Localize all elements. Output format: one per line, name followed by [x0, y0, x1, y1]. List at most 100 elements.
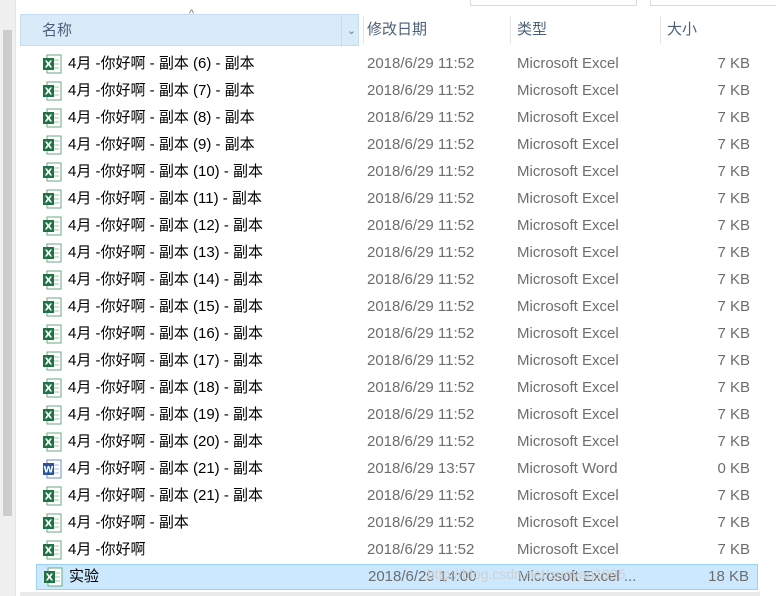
column-header-name-label: 名称 — [42, 22, 73, 39]
excel-file-icon: X — [42, 351, 62, 371]
file-type: Microsoft Excel — [517, 55, 619, 72]
chevron-down-icon[interactable]: ⌄ — [341, 15, 361, 47]
file-name: 4月 -你好啊 - 副本 (12) - 副本 — [68, 217, 264, 234]
excel-file-icon: X — [42, 378, 62, 398]
excel-file-icon: X — [42, 162, 62, 182]
column-divider[interactable] — [660, 16, 661, 44]
file-row[interactable]: X 4月 -你好啊 - 副本 (18) - 副本 2018/6/29 11:52 Mi… — [36, 375, 758, 401]
svg-text:X: X — [45, 546, 53, 557]
file-row[interactable]: X 4月 -你好啊 - 副本 (8) - 副本 2018/6/29 11:52 Mic… — [36, 105, 758, 131]
file-name: 4月 -你好啊 - 副本 (8) - 副本 — [68, 109, 255, 126]
file-type: Microsoft Excel — [517, 190, 619, 207]
file-name: 4月 -你好啊 - 副本 (13) - 副本 — [68, 244, 264, 261]
file-type: Microsoft Excel — [517, 298, 619, 315]
file-date: 2018/6/29 11:52 — [367, 352, 475, 369]
file-type: Microsoft Excel — [517, 217, 619, 234]
file-name: 4月 -你好啊 - 副本 (20) - 副本 — [68, 433, 264, 450]
column-header-type[interactable]: 类型 — [517, 14, 657, 46]
file-date: 2018/6/29 11:52 — [367, 109, 475, 126]
file-row[interactable]: X 4月 -你好啊 2018/6/29 11:52 Microsoft Excel 7 … — [36, 537, 758, 563]
file-name: 4月 -你好啊 — [68, 541, 146, 558]
svg-text:X: X — [45, 168, 53, 179]
file-row[interactable]: X 4月 -你好啊 - 副本 (12) - 副本 2018/6/29 11:52 Mi… — [36, 213, 758, 239]
svg-text:X: X — [45, 60, 53, 71]
file-row[interactable]: X 4月 -你好啊 - 副本 (14) - 副本 2018/6/29 11:52 Mi… — [36, 267, 758, 293]
file-type: Microsoft Excel — [517, 244, 619, 261]
file-size: 0 KB — [717, 460, 750, 477]
file-row[interactable]: X 4月 -你好啊 - 副本 (19) - 副本 2018/6/29 11:52 Mi… — [36, 402, 758, 428]
file-row[interactable]: X 4月 -你好啊 - 副本 2018/6/29 11:52 Microsoft Ex… — [36, 510, 758, 536]
file-size: 18 KB — [708, 568, 749, 585]
excel-file-icon: X — [43, 567, 63, 587]
file-size: 7 KB — [717, 190, 750, 207]
file-size: 7 KB — [717, 82, 750, 99]
excel-file-icon: X — [42, 243, 62, 263]
file-name: 4月 -你好啊 - 副本 (9) - 副本 — [68, 136, 255, 153]
column-header-size[interactable]: 大小 — [667, 14, 757, 46]
file-size: 7 KB — [717, 352, 750, 369]
file-name: 4月 -你好啊 - 副本 (7) - 副本 — [68, 82, 255, 99]
file-date: 2018/6/29 11:52 — [367, 325, 475, 342]
file-name: 4月 -你好啊 - 副本 (19) - 副本 — [68, 406, 264, 423]
svg-text:X: X — [45, 519, 53, 530]
file-size: 7 KB — [717, 433, 750, 450]
file-date: 2018/6/29 13:57 — [367, 460, 476, 477]
file-date: 2018/6/29 11:52 — [367, 487, 475, 504]
file-row[interactable]: X 4月 -你好啊 - 副本 (6) - 副本 2018/6/29 11:52 Mic… — [36, 51, 758, 77]
svg-text:X: X — [45, 330, 53, 341]
file-row[interactable]: X 4月 -你好啊 - 副本 (10) - 副本 2018/6/29 11:52 Mi… — [36, 159, 758, 185]
column-header-type-label: 类型 — [517, 21, 548, 38]
column-header-date-label: 修改日期 — [367, 21, 428, 38]
file-row[interactable]: X 4月 -你好啊 - 副本 (7) - 副本 2018/6/29 11:52 Mic… — [36, 78, 758, 104]
file-date: 2018/6/29 11:52 — [367, 406, 475, 423]
file-name: 4月 -你好啊 - 副本 (14) - 副本 — [68, 271, 264, 288]
scrollbar-thumb[interactable] — [3, 30, 12, 516]
file-row[interactable]: X 4月 -你好啊 - 副本 (9) - 副本 2018/6/29 11:52 Mic… — [36, 132, 758, 158]
file-name: 4月 -你好啊 - 副本 — [68, 514, 189, 531]
column-divider[interactable] — [363, 16, 364, 44]
file-row[interactable]: W 4月 -你好啊 - 副本 (21) - 副本 2018/6/29 13:57 Mi… — [36, 456, 758, 482]
file-row[interactable]: X 4月 -你好啊 - 副本 (20) - 副本 2018/6/29 11:52 Mi… — [36, 429, 758, 455]
svg-text:X: X — [45, 438, 53, 449]
column-header-name[interactable]: 名称 ^ ⌄ — [20, 8, 361, 47]
file-row[interactable]: X 4月 -你好啊 - 副本 (17) - 副本 2018/6/29 11:52 Mi… — [36, 348, 758, 374]
svg-text:X: X — [45, 195, 53, 206]
excel-file-icon: X — [42, 297, 62, 317]
file-row[interactable]: X 4月 -你好啊 - 副本 (15) - 副本 2018/6/29 11:52 Mi… — [36, 294, 758, 320]
vertical-scrollbar[interactable] — [0, 0, 16, 596]
file-name: 4月 -你好啊 - 副本 (16) - 副本 — [68, 325, 264, 342]
file-size: 7 KB — [717, 379, 750, 396]
file-size: 7 KB — [717, 298, 750, 315]
column-header-date[interactable]: 修改日期 — [367, 14, 507, 46]
file-date: 2018/6/29 11:52 — [367, 163, 475, 180]
file-type: Microsoft Excel — [517, 379, 619, 396]
file-row[interactable]: X 4月 -你好啊 - 副本 (13) - 副本 2018/6/29 11:52 Mi… — [36, 240, 758, 266]
file-date: 2018/6/29 11:52 — [367, 136, 475, 153]
file-type: Microsoft Excel — [517, 406, 619, 423]
file-size: 7 KB — [717, 244, 750, 261]
file-row[interactable]: X 4月 -你好啊 - 副本 (21) - 副本 2018/6/29 11:52 Mi… — [36, 483, 758, 509]
file-type: Microsoft Excel — [517, 541, 619, 558]
sort-ascending-icon: ^ — [189, 8, 195, 20]
svg-text:X: X — [45, 492, 53, 503]
horizontal-scrollbar[interactable] — [20, 592, 760, 596]
file-size: 7 KB — [717, 55, 750, 72]
word-file-icon: W — [42, 459, 62, 479]
file-name: 4月 -你好啊 - 副本 (15) - 副本 — [68, 298, 264, 315]
file-date: 2018/6/29 11:52 — [367, 514, 475, 531]
file-name: 4月 -你好啊 - 副本 (11) - 副本 — [68, 190, 262, 207]
file-row[interactable]: X 4月 -你好啊 - 副本 (11) - 副本 2018/6/29 11:52 Mi… — [36, 186, 758, 212]
excel-file-icon: X — [42, 513, 62, 533]
file-type: Microsoft Excel — [517, 433, 619, 450]
file-date: 2018/6/29 14:00 — [368, 568, 477, 585]
file-row[interactable]: X 4月 -你好啊 - 副本 (16) - 副本 2018/6/29 11:52 Mi… — [36, 321, 758, 347]
file-date: 2018/6/29 11:52 — [367, 379, 475, 396]
file-row[interactable]: X 实验 2018/6/29 14:00 Microsoft Excel ... 18 … — [36, 564, 758, 590]
svg-text:X: X — [45, 114, 53, 125]
excel-file-icon: X — [42, 135, 62, 155]
svg-text:X: X — [45, 276, 53, 287]
file-size: 7 KB — [717, 136, 750, 153]
column-divider[interactable] — [510, 16, 511, 44]
file-size: 7 KB — [717, 325, 750, 342]
file-name: 4月 -你好啊 - 副本 (10) - 副本 — [68, 163, 264, 180]
